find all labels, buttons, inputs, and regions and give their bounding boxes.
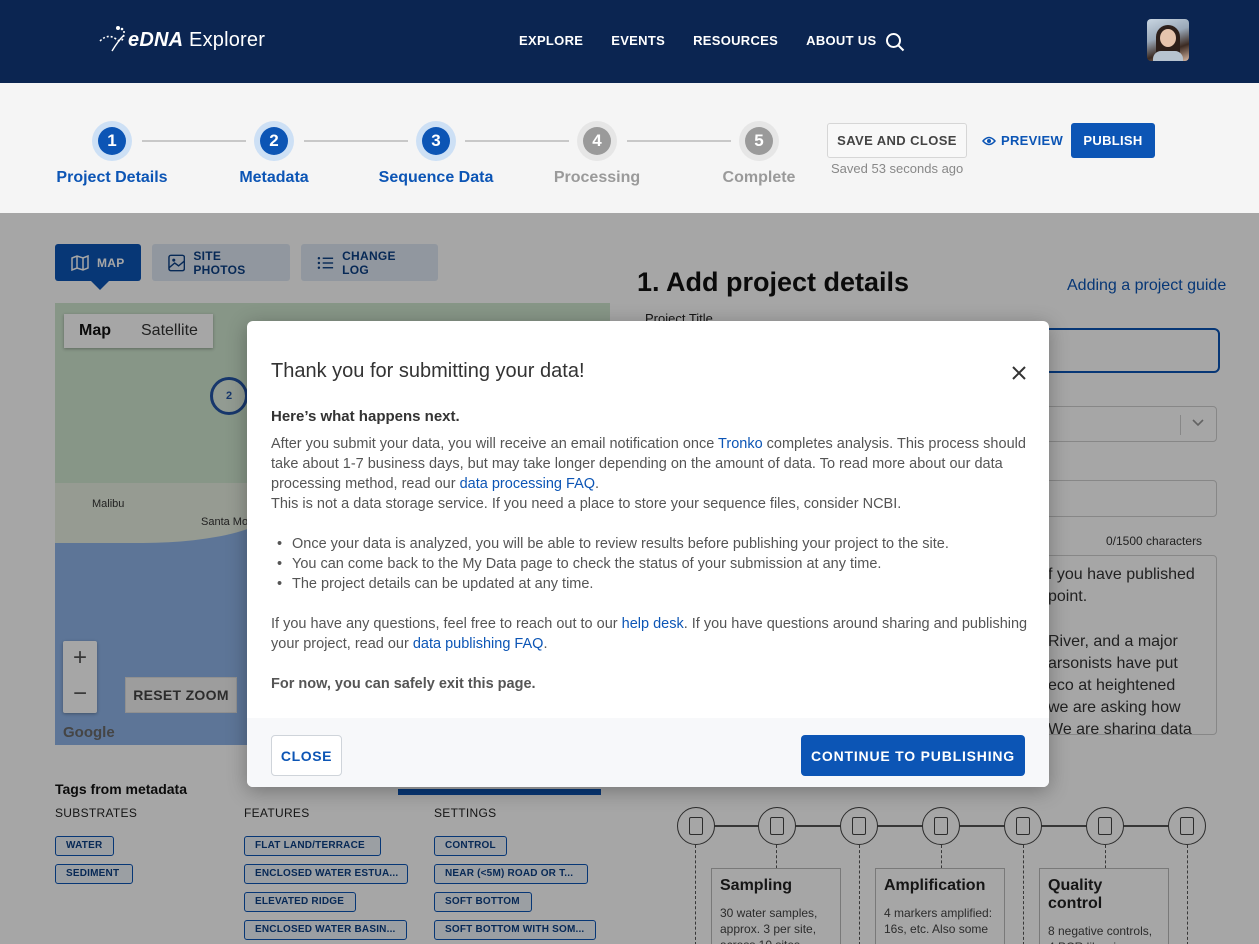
modal-text: . [595, 476, 600, 492]
close-button[interactable]: CLOSE [271, 735, 342, 776]
list-item: The project details can be updated at an… [271, 574, 1031, 594]
save-and-close-button[interactable]: SAVE AND CLOSE [827, 123, 967, 158]
logo-dna-icon [99, 26, 125, 52]
user-avatar[interactable] [1147, 19, 1189, 61]
step-metadata[interactable]: 2 Metadata [194, 121, 354, 187]
list-item: Once your data is analyzed, you will be … [271, 534, 1031, 554]
step-complete: 5 Complete [679, 121, 839, 187]
edna-explorer-logo[interactable]: eDNA Explorer [98, 22, 265, 58]
step-sequence-data[interactable]: 3 Sequence Data [356, 121, 516, 187]
preview-label: PREVIEW [1001, 133, 1064, 148]
modal-paragraph: If you have any questions, feel free to … [271, 614, 1031, 654]
data-processing-faq-link[interactable]: data processing FAQ [460, 476, 595, 492]
modal-text: After you submit your data, you will rec… [271, 436, 719, 452]
step-number: 1 [98, 127, 126, 155]
list-item: You can come back to the My Data page to… [271, 554, 1031, 574]
step-label: Sequence Data [378, 169, 494, 186]
avatar-shirt [1153, 51, 1183, 61]
main-nav: EXPLORE EVENTS RESOURCES ABOUT US [519, 33, 876, 48]
progress-stepper-bar: 1 Project Details 2 Metadata 3 Sequence … [0, 83, 1259, 213]
avatar-face [1160, 29, 1176, 47]
close-icon[interactable] [1010, 364, 1028, 382]
nav-events[interactable]: EVENTS [611, 33, 665, 48]
modal-paragraph: This is not a data storage service. If y… [271, 496, 902, 512]
search-icon[interactable] [885, 32, 905, 52]
step-number: 2 [260, 127, 288, 155]
help-desk-link[interactable]: help desk [622, 616, 684, 632]
eye-icon [982, 136, 996, 145]
nav-about-us[interactable]: ABOUT US [806, 33, 876, 48]
step-label: Processing [553, 169, 641, 186]
preview-button[interactable]: PREVIEW [982, 133, 1063, 148]
modal-text: . [543, 636, 548, 652]
modal-title: Thank you for submitting your data! [271, 360, 585, 382]
modal-paragraph: After you submit your data, you will rec… [271, 434, 1031, 494]
logo-text-bold: eDNA [128, 28, 184, 51]
modal-bullet-list: Once your data is analyzed, you will be … [271, 534, 1031, 594]
modal-footer: CLOSE CONTINUE TO PUBLISHING [247, 718, 1049, 787]
publish-button[interactable]: PUBLISH [1071, 123, 1155, 158]
step-number: 3 [422, 127, 450, 155]
step-number: 5 [745, 127, 773, 155]
modal-body: Here’s what happens next. After you subm… [271, 407, 1031, 694]
step-processing: 4 Processing [517, 121, 677, 187]
step-label: Complete [722, 169, 796, 186]
modal-text: If you have any questions, feel free to … [271, 616, 622, 632]
step-label: Metadata [239, 169, 309, 186]
data-publishing-faq-link[interactable]: data publishing FAQ [413, 636, 544, 652]
top-navigation: eDNA Explorer EXPLORE EVENTS RESOURCES A… [0, 0, 1259, 83]
step-project-details[interactable]: 1 Project Details [32, 121, 192, 187]
modal-safe-exit-note: For now, you can safely exit this page. [271, 676, 536, 692]
nav-resources[interactable]: RESOURCES [693, 33, 778, 48]
tronko-link[interactable]: Tronko [718, 436, 763, 452]
step-label: Project Details [56, 169, 168, 186]
continue-to-publishing-button[interactable]: CONTINUE TO PUBLISHING [801, 735, 1025, 776]
saved-status: Saved 53 seconds ago [831, 161, 964, 176]
nav-explore[interactable]: EXPLORE [519, 33, 583, 48]
step-number: 4 [583, 127, 611, 155]
submission-confirmation-modal: Thank you for submitting your data! Here… [247, 321, 1049, 787]
logo-text: Explorer [189, 28, 266, 51]
modal-subtitle: Here’s what happens next. [271, 408, 460, 425]
